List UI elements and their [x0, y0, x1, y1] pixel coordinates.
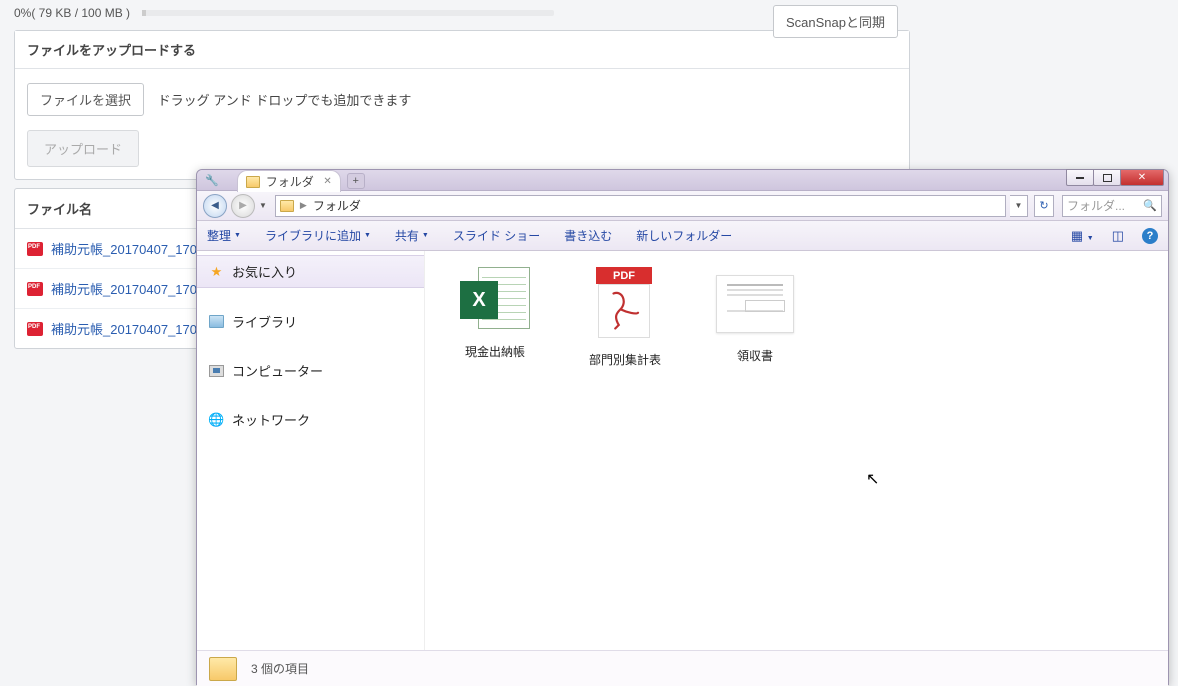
search-icon: 🔍 [1143, 199, 1157, 212]
view-options-icon[interactable]: ▦ ▼ [1071, 228, 1094, 244]
explorer-content[interactable]: X 現金出納帳 PDF 部門別集計表 領収書 [425, 251, 1168, 650]
file-link[interactable]: 補助元帳_20170407_1705 [51, 239, 204, 258]
file-tile-pdf[interactable]: PDF 部門別集計表 [575, 267, 675, 368]
nav-label: お気に入り [232, 262, 297, 281]
cmd-add-to-library[interactable]: ライブラリに追加▼ [265, 227, 371, 244]
folder-icon [209, 657, 237, 681]
dragdrop-hint: ドラッグ アンド ドロップでも追加できます [158, 90, 412, 109]
file-label: 領収書 [705, 347, 805, 364]
nav-label: ネットワーク [232, 410, 310, 429]
new-tab-button[interactable]: + [347, 173, 365, 189]
network-icon: 🌐 [209, 413, 224, 426]
explorer-titlebar[interactable]: 🔧 フォルダ ✕ + ✕ [197, 170, 1168, 191]
nav-label: ライブラリ [232, 312, 297, 331]
star-icon: ★ [209, 264, 224, 279]
storage-bar [142, 10, 554, 16]
breadcrumb-item[interactable]: フォルダ [313, 197, 361, 214]
tab-label: フォルダ [266, 173, 314, 190]
window-maximize-button[interactable] [1093, 169, 1121, 186]
excel-icon: X [460, 267, 530, 337]
libraries-icon [209, 315, 224, 328]
status-text: 3 個の項目 [251, 660, 309, 677]
tab-close-icon[interactable]: ✕ [323, 176, 331, 187]
explorer-nav-pane: ★ お気に入り ライブラリ コンピューター 🌐 ネットワーク [197, 251, 425, 650]
address-bar[interactable]: ▶ フォルダ [275, 195, 1006, 217]
nav-history-dropdown[interactable]: ▼ [259, 201, 267, 210]
explorer-command-bar: 整理▼ ライブラリに追加▼ 共有▼ スライド ショー 書き込む 新しいフォルダー… [197, 221, 1168, 251]
pdf-icon [27, 242, 43, 256]
pdf-icon: PDF [590, 267, 660, 345]
nav-libraries[interactable]: ライブラリ [197, 306, 424, 337]
window-minimize-button[interactable] [1066, 169, 1094, 186]
cmd-slideshow[interactable]: スライド ショー [453, 227, 540, 244]
help-icon[interactable]: ? [1142, 228, 1158, 244]
cmd-share[interactable]: 共有▼ [395, 227, 429, 244]
file-link[interactable]: 補助元帳_20170407_1703 [51, 319, 204, 338]
pdf-icon [27, 322, 43, 336]
file-label: 部門別集計表 [575, 351, 675, 368]
folder-icon [280, 200, 294, 212]
explorer-tab[interactable]: フォルダ ✕ [237, 170, 341, 192]
file-link[interactable]: 補助元帳_20170407_1703 [51, 279, 204, 298]
nav-back-button[interactable]: ◀ [203, 194, 227, 218]
cmd-burn[interactable]: 書き込む [564, 227, 612, 244]
refresh-button[interactable]: ↻ [1034, 195, 1054, 217]
file-tile-excel[interactable]: X 現金出納帳 [445, 267, 545, 360]
window-close-button[interactable]: ✕ [1120, 169, 1164, 186]
preview-pane-icon[interactable]: ◫ [1112, 228, 1124, 244]
upload-button[interactable]: アップロード [27, 130, 139, 167]
cmd-organize[interactable]: 整理▼ [207, 227, 241, 244]
upload-panel: ファイルをアップロードする ファイルを選択 ドラッグ アンド ドロップでも追加で… [14, 30, 910, 180]
nav-computer[interactable]: コンピューター [197, 355, 424, 386]
breadcrumb-separator: ▶ [300, 200, 307, 211]
scansnap-sync-button[interactable]: ScanSnapと同期 [773, 5, 898, 38]
file-tile-receipt[interactable]: 領収書 [705, 267, 805, 364]
nav-network[interactable]: 🌐 ネットワーク [197, 404, 424, 435]
storage-usage: 0%( 79 KB / 100 MB ) [14, 6, 130, 20]
folder-icon [246, 176, 260, 188]
tools-icon[interactable]: 🔧 [205, 174, 219, 187]
choose-file-button[interactable]: ファイルを選択 [27, 83, 144, 116]
pdf-icon [27, 282, 43, 296]
explorer-window: 🔧 フォルダ ✕ + ✕ ◀ ▶ ▼ ▶ フォルダ ▼ ↻ フォルダ... 🔍 … [196, 169, 1169, 685]
explorer-status-bar: 3 個の項目 [197, 650, 1168, 686]
search-placeholder: フォルダ... [1067, 197, 1125, 214]
address-dropdown[interactable]: ▼ [1010, 195, 1028, 217]
nav-forward-button[interactable]: ▶ [231, 194, 255, 218]
nav-label: コンピューター [232, 361, 323, 380]
explorer-search-input[interactable]: フォルダ... 🔍 [1062, 195, 1162, 217]
file-label: 現金出納帳 [445, 343, 545, 360]
computer-icon [209, 365, 224, 377]
document-icon [716, 275, 794, 333]
nav-favorites[interactable]: ★ お気に入り [197, 255, 424, 288]
cmd-new-folder[interactable]: 新しいフォルダー [636, 227, 732, 244]
explorer-address-row: ◀ ▶ ▼ ▶ フォルダ ▼ ↻ フォルダ... 🔍 [197, 191, 1168, 221]
